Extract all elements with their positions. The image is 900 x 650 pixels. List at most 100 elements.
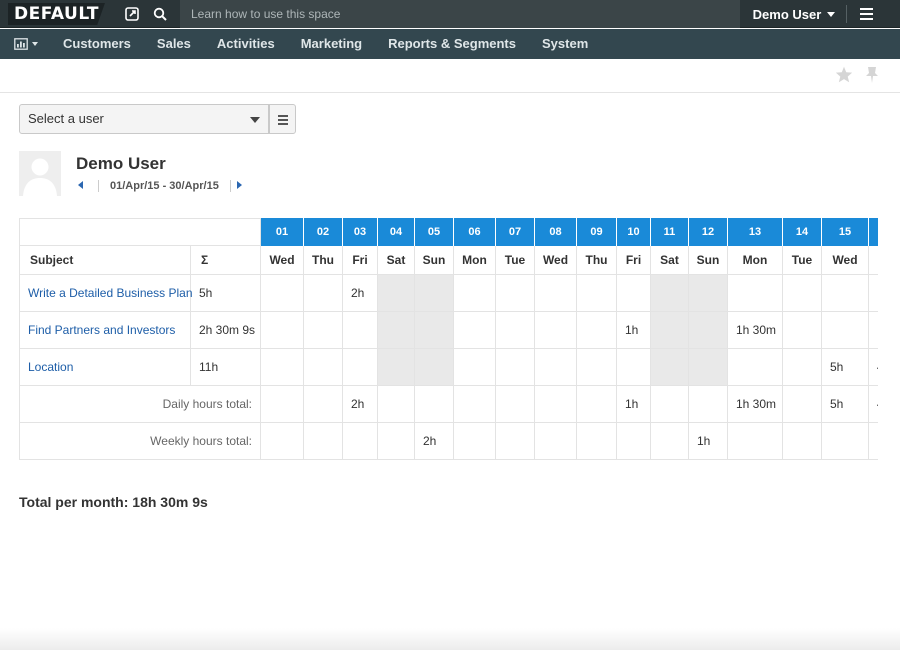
hours-cell[interactable] (535, 312, 577, 349)
hours-cell[interactable] (783, 275, 822, 312)
hours-cell[interactable] (869, 275, 878, 312)
date-header: 11 (651, 218, 689, 246)
date-header: 02 (304, 218, 343, 246)
hours-cell[interactable] (617, 275, 651, 312)
hours-cell[interactable] (535, 275, 577, 312)
hours-cell[interactable] (454, 312, 496, 349)
daily-total-cell (261, 386, 304, 423)
hours-cell[interactable] (822, 312, 869, 349)
hours-cell[interactable] (577, 349, 617, 386)
hours-cell[interactable] (577, 275, 617, 312)
app-logo[interactable]: DEFAULT (8, 3, 105, 25)
nav-marketing[interactable]: Marketing (288, 29, 375, 59)
list-view-button[interactable] (269, 104, 296, 134)
user-select[interactable]: Select a user (19, 104, 269, 134)
hours-cell[interactable] (689, 349, 728, 386)
hours-cell[interactable] (261, 349, 304, 386)
hours-cell[interactable] (689, 312, 728, 349)
day-header: Sat (378, 246, 415, 275)
previous-month-icon[interactable] (78, 181, 83, 189)
dashboard-menu[interactable] (8, 29, 48, 59)
hours-cell[interactable] (378, 275, 415, 312)
nav-system[interactable]: System (529, 29, 601, 59)
next-month-icon[interactable] (237, 181, 242, 189)
hours-cell[interactable]: 2h (343, 275, 378, 312)
date-header: 13 (728, 218, 783, 246)
hours-cell[interactable] (304, 275, 343, 312)
hours-cell[interactable] (783, 312, 822, 349)
date-header: 04 (378, 218, 415, 246)
weekly-total-cell (869, 423, 878, 460)
hours-cell[interactable] (651, 312, 689, 349)
daily-total-cell: 5h (822, 386, 869, 423)
nav-reports-segments[interactable]: Reports & Segments (375, 29, 529, 59)
hours-cell[interactable] (304, 312, 343, 349)
hours-cell[interactable] (415, 275, 454, 312)
hours-cell[interactable] (535, 349, 577, 386)
hours-cell[interactable] (728, 275, 783, 312)
weekly-total-cell (304, 423, 343, 460)
task-sum: 5h (191, 275, 261, 312)
task-link[interactable]: Write a Detailed Business Plan (19, 275, 193, 312)
hours-cell[interactable] (869, 312, 878, 349)
pin-icon[interactable] (865, 66, 879, 84)
hours-cell[interactable] (651, 349, 689, 386)
hours-cell[interactable] (378, 349, 415, 386)
day-header: Fri (343, 246, 378, 275)
hours-cell[interactable] (496, 275, 535, 312)
search-input[interactable]: Learn how to use this space (180, 0, 740, 28)
weekly-total-cell: 2h (415, 423, 454, 460)
hours-cell[interactable] (617, 349, 651, 386)
hours-cell[interactable] (343, 349, 378, 386)
nav-sales[interactable]: Sales (144, 29, 204, 59)
divider (846, 5, 847, 23)
date-range: 01/Apr/15 - 30/Apr/15 (98, 180, 231, 192)
search-icon[interactable] (146, 0, 174, 28)
hours-cell[interactable]: 4 (869, 349, 878, 386)
hours-cell[interactable] (651, 275, 689, 312)
hours-cell[interactable] (454, 349, 496, 386)
hours-cell[interactable] (261, 312, 304, 349)
chevron-down-icon (32, 42, 38, 46)
hours-cell[interactable] (343, 312, 378, 349)
date-header: 14 (783, 218, 822, 246)
daily-total-cell: 1h 30m (728, 386, 783, 423)
hours-cell[interactable] (454, 275, 496, 312)
external-link-icon[interactable] (118, 0, 146, 28)
date-header: 12 (689, 218, 728, 246)
hours-cell[interactable]: 1h (617, 312, 651, 349)
timesheet-table: 01020304050607080910111213141516 SubjectΣ… (19, 218, 878, 460)
hours-cell[interactable]: 5h (822, 349, 869, 386)
menu-icon[interactable] (860, 8, 873, 20)
task-link[interactable]: Find Partners and Investors (19, 312, 191, 349)
hours-cell[interactable] (822, 275, 869, 312)
hours-cell[interactable] (261, 275, 304, 312)
star-icon[interactable] (835, 66, 853, 83)
hours-cell[interactable] (783, 349, 822, 386)
hours-cell[interactable] (415, 349, 454, 386)
daily-total-label: Daily hours total: (19, 386, 261, 423)
task-link[interactable]: Location (19, 349, 191, 386)
hours-cell[interactable] (496, 312, 535, 349)
hours-cell[interactable] (496, 349, 535, 386)
user-menu[interactable]: Demo User (742, 0, 846, 28)
hours-cell[interactable]: 1h 30m (728, 312, 783, 349)
hours-cell[interactable] (415, 312, 454, 349)
hours-cell[interactable] (304, 349, 343, 386)
daily-total-cell: 2h (343, 386, 378, 423)
daily-total-cell (783, 386, 822, 423)
weekly-total-cell (454, 423, 496, 460)
hours-cell[interactable] (577, 312, 617, 349)
day-header: Thu (869, 246, 878, 275)
nav-activities[interactable]: Activities (204, 29, 288, 59)
hours-cell[interactable] (728, 349, 783, 386)
day-header: Tue (783, 246, 822, 275)
date-header: 08 (535, 218, 577, 246)
weekly-total-cell (728, 423, 783, 460)
hours-cell[interactable] (689, 275, 728, 312)
user-select-group: Select a user (19, 104, 296, 134)
nav-customers[interactable]: Customers (50, 29, 144, 59)
hours-cell[interactable] (378, 312, 415, 349)
day-header: Wed (535, 246, 577, 275)
daily-total-cell (415, 386, 454, 423)
